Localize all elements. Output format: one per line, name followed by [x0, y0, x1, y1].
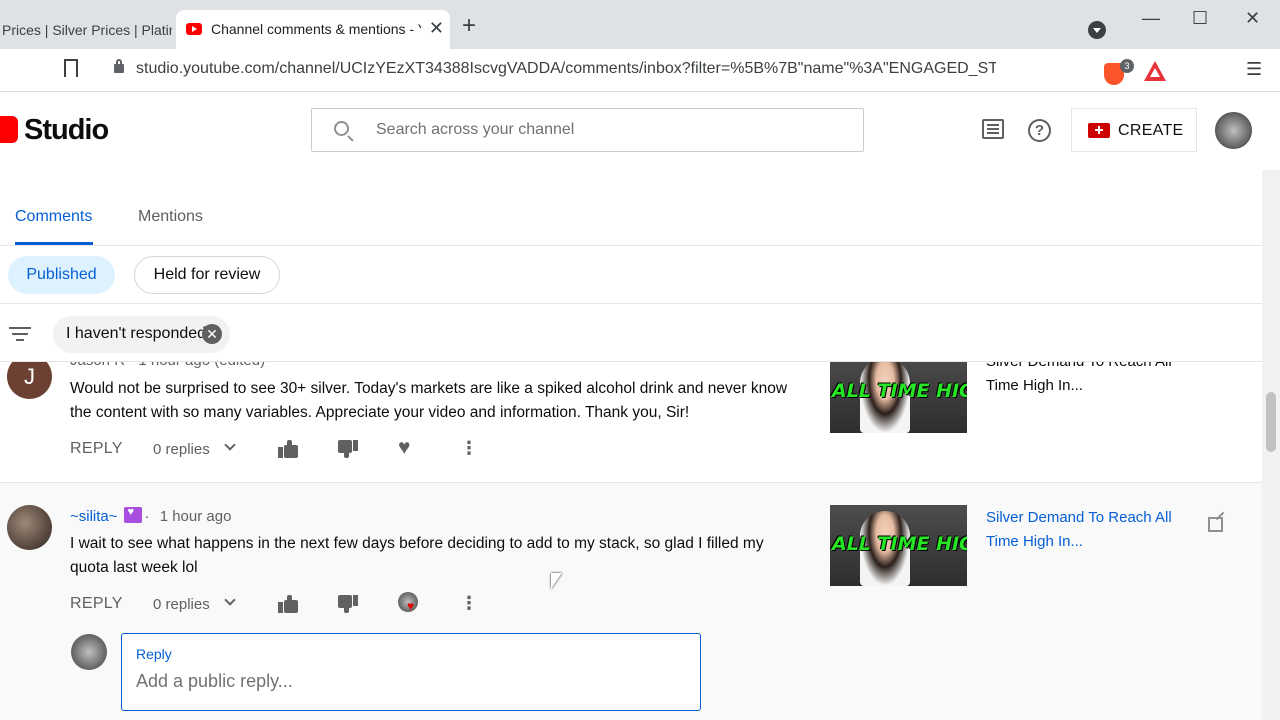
chip-held-for-review[interactable]: Held for review: [134, 256, 280, 294]
video-plus-icon: [1088, 123, 1110, 138]
video-title-link[interactable]: Silver Demand To Reach All Time High In.…: [986, 506, 1186, 554]
url-text[interactable]: studio.youtube.com/channel/UCIzYEzXT3438…: [136, 60, 996, 78]
browser-tab-bar: Prices | Silver Prices | Platinum Channe…: [0, 0, 1280, 50]
heart-icon[interactable]: ♥: [398, 436, 410, 460]
create-button[interactable]: CREATE: [1071, 108, 1197, 152]
reply-avatar: [71, 634, 107, 670]
chip-published[interactable]: Published: [8, 256, 115, 294]
thumbs-up-icon[interactable]: [278, 595, 298, 613]
comment-time[interactable]: 1 hour ago: [160, 508, 232, 525]
browser-tab-inactive[interactable]: Prices | Silver Prices | Platinum: [0, 10, 172, 48]
bookmark-icon[interactable]: [64, 59, 78, 77]
reply-input[interactable]: Reply Add a public reply...: [121, 633, 701, 711]
filter-icon[interactable]: [9, 327, 31, 341]
reply-input-label: Reply: [136, 646, 172, 662]
lock-icon[interactable]: [114, 59, 124, 73]
feedback-icon[interactable]: [982, 119, 1004, 139]
creator-heart-icon[interactable]: [398, 592, 418, 613]
studio-logo[interactable]: Studio: [24, 114, 109, 147]
search-input[interactable]: Search across your channel: [311, 108, 864, 152]
scrollbar[interactable]: [1262, 170, 1280, 720]
video-thumbnail[interactable]: ALL TIME HIGH!: [830, 505, 967, 586]
search-icon: [334, 121, 349, 136]
comment-item: ~silita~ · 1 hour ago I wait to see what …: [0, 482, 1262, 720]
thumbnail-text: ALL TIME HIGH!: [832, 533, 967, 555]
filter-bar: I haven't responded ✕: [0, 304, 1262, 362]
help-icon[interactable]: ?: [1028, 119, 1051, 142]
new-tab-button[interactable]: +: [462, 14, 476, 38]
thumbnail-text: ALL TIME HIGH!: [832, 380, 967, 402]
comment-actions: REPLY 0 replies ♥ ⋮: [70, 436, 490, 466]
close-window-button[interactable]: ✕: [1245, 8, 1260, 29]
youtube-favicon-icon: [186, 23, 202, 35]
url-field[interactable]: studio.youtube.com/channel/UCIzYEzXT3438…: [98, 53, 1166, 87]
comment-text: Would not be surprised to see 30+ silver…: [70, 380, 788, 421]
comment-author-meta: ~silita~ · 1 hour ago: [70, 506, 232, 525]
mouse-cursor-icon: [551, 573, 562, 589]
comment-author[interactable]: ~silita~: [70, 508, 118, 525]
avatar[interactable]: [7, 505, 52, 550]
shield-count-badge: 3: [1120, 59, 1134, 73]
browser-tab-title: Channel comments & mentions - YouTube St…: [211, 21, 421, 37]
tab-search-dropdown-icon[interactable]: [1088, 21, 1106, 39]
minimize-button[interactable]: —: [1142, 8, 1160, 29]
maximize-button[interactable]: ☐: [1192, 8, 1208, 29]
tab-mentions[interactable]: Mentions: [138, 208, 203, 226]
reply-button[interactable]: REPLY: [70, 595, 123, 613]
thumbs-down-icon[interactable]: [338, 440, 358, 458]
youtube-logo-icon[interactable]: [0, 116, 18, 143]
search-placeholder: Search across your channel: [376, 121, 575, 138]
scrollbar-thumb[interactable]: [1266, 392, 1276, 452]
browser-menu-icon[interactable]: ☰: [1246, 59, 1262, 80]
chevron-down-icon[interactable]: [224, 594, 236, 606]
create-label: CREATE: [1118, 122, 1184, 139]
comments-tabs: Comments Mentions: [0, 170, 1262, 246]
tab-comments[interactable]: Comments: [15, 208, 92, 226]
reply-placeholder: Add a public reply...: [136, 671, 293, 691]
studio-header: Studio Search across your channel ? CREA…: [0, 92, 1280, 170]
member-badge-icon: [123, 506, 142, 523]
filter-chip[interactable]: I haven't responded ✕: [53, 316, 230, 353]
more-options-icon[interactable]: ⋮: [460, 438, 478, 459]
chevron-down-icon[interactable]: [224, 439, 236, 451]
address-bar-row: studio.youtube.com/channel/UCIzYEzXT3438…: [0, 49, 1280, 92]
close-tab-icon[interactable]: ✕: [429, 18, 444, 39]
more-options-icon[interactable]: ⋮: [460, 593, 478, 614]
replies-count[interactable]: 0 replies: [153, 596, 210, 613]
status-chips: Published Held for review: [0, 246, 1262, 304]
remove-filter-icon[interactable]: ✕: [202, 324, 222, 344]
active-tab-indicator: [15, 242, 93, 245]
video-thumbnail[interactable]: ALL TIME HIGH!: [830, 352, 967, 433]
comment-text: I wait to see what happens in the next f…: [70, 535, 764, 576]
replies-count[interactable]: 0 replies: [153, 441, 210, 458]
comment-item: J Jason R · 1 hour ago (edited) Would no…: [0, 352, 1262, 482]
comment-actions: REPLY 0 replies ⋮: [70, 591, 490, 621]
thumbs-up-icon[interactable]: [278, 440, 298, 458]
reply-button[interactable]: REPLY: [70, 440, 123, 458]
thumbs-down-icon[interactable]: [338, 595, 358, 613]
account-avatar[interactable]: [1215, 112, 1252, 149]
browser-tab-active[interactable]: Channel comments & mentions - YouTube St…: [176, 10, 450, 50]
filter-chip-label: I haven't responded: [66, 325, 207, 342]
meta-separator: ·: [144, 508, 150, 525]
brave-rewards-icon[interactable]: [1144, 61, 1166, 81]
open-external-icon[interactable]: [1208, 517, 1223, 532]
